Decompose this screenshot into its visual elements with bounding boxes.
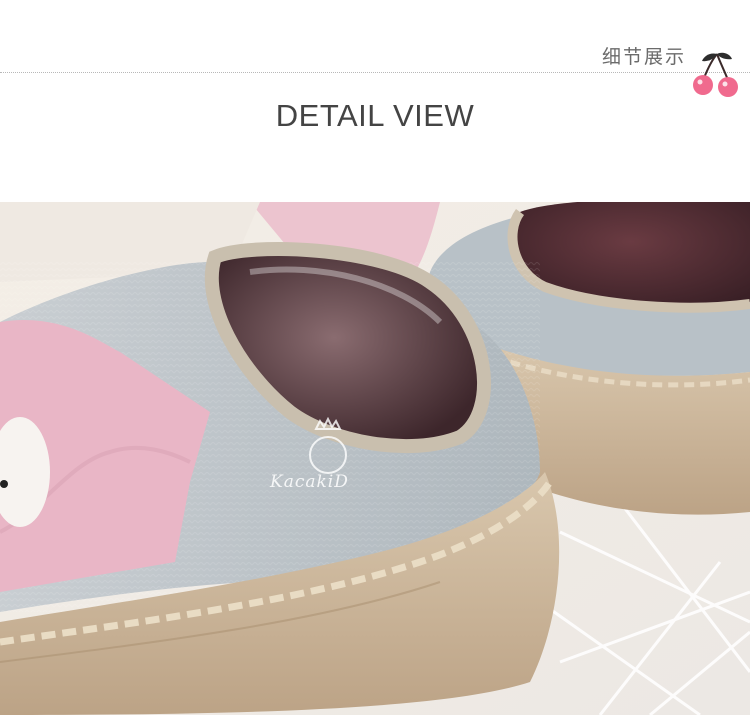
brand-watermark: KacakiD [270, 472, 349, 492]
product-photo: KacakiD [0, 202, 750, 715]
brand-watermark-icon [309, 417, 347, 474]
page-title: DETAIL VIEW [275, 98, 475, 133]
divider-line [0, 72, 750, 73]
cherry-icon [693, 52, 738, 97]
section-label: 细节展示 [598, 42, 691, 69]
header: 细节展示 DETAIL VIEW [0, 0, 750, 200]
